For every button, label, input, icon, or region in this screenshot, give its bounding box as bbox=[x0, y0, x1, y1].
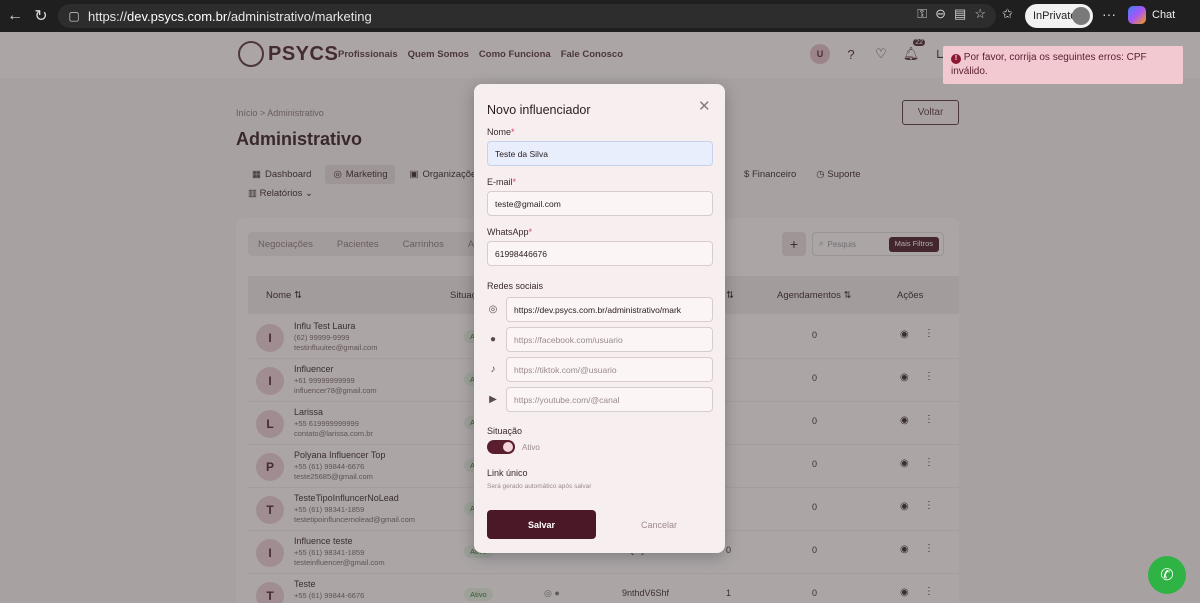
profile-avatar[interactable] bbox=[1072, 7, 1090, 25]
copilot-icon bbox=[1128, 6, 1146, 24]
error-icon: ! bbox=[951, 54, 961, 64]
facebook-input[interactable]: https://facebook.com/usuario bbox=[506, 327, 713, 352]
whatsapp-icon[interactable]: ✆ bbox=[1148, 556, 1186, 594]
status-label: Situação bbox=[487, 426, 523, 436]
facebook-icon: ● bbox=[489, 333, 497, 345]
favorites-icon[interactable]: ✩ bbox=[1002, 6, 1013, 22]
name-label: Nome* bbox=[487, 127, 515, 137]
email-label: E-mail* bbox=[487, 177, 517, 187]
error-message: Por favor, corrija os seguintes erros: C… bbox=[951, 52, 1147, 77]
unique-link-hint: Será gerado automático após salvar bbox=[487, 483, 592, 490]
social-label: Redes sociais bbox=[487, 281, 544, 291]
whatsapp-label: WhatsApp* bbox=[487, 227, 533, 237]
site-info-icon[interactable]: ▢ bbox=[66, 8, 82, 24]
url-text: https://dev.psycs.com.br/administrativo/… bbox=[88, 8, 372, 24]
whatsapp-input[interactable]: 61998446676 bbox=[487, 241, 713, 266]
instagram-icon: ◎ bbox=[488, 303, 498, 315]
browser-toolbar: ← ↻ ▢ https://dev.psycs.com.br/administr… bbox=[0, 0, 1200, 32]
save-button[interactable]: Salvar bbox=[487, 510, 596, 539]
error-toast: ! Por favor, corrija os seguintes erros:… bbox=[943, 46, 1183, 84]
inprivate-badge[interactable]: InPrivate bbox=[1025, 4, 1093, 28]
copilot-chat-button[interactable]: Chat bbox=[1128, 6, 1175, 24]
key-icon[interactable]: ⚿ bbox=[917, 6, 927, 22]
reader-icon[interactable]: ▤ bbox=[954, 6, 966, 22]
email-input[interactable]: teste@gmail.com bbox=[487, 191, 713, 216]
cancel-button[interactable]: Cancelar bbox=[619, 510, 699, 539]
refresh-icon[interactable]: ↻ bbox=[28, 3, 54, 29]
close-icon[interactable]: ✕ bbox=[698, 97, 711, 115]
status-value: Ativo bbox=[522, 443, 540, 452]
youtube-icon: ▶ bbox=[489, 393, 497, 405]
unique-link-label: Link único bbox=[487, 468, 528, 478]
tiktok-icon: ♪ bbox=[490, 363, 496, 375]
back-arrow-icon[interactable]: ← bbox=[2, 3, 28, 29]
name-input[interactable]: Teste da Silva bbox=[487, 141, 713, 166]
youtube-input[interactable]: https://youtube.com/@canal bbox=[506, 387, 713, 412]
tiktok-input[interactable]: https://tiktok.com/@usuario bbox=[506, 357, 713, 382]
zoom-icon[interactable]: ⊖ bbox=[935, 6, 946, 22]
more-options-icon[interactable]: ··· bbox=[1102, 6, 1116, 22]
new-influencer-modal: Novo influenciador ✕ Nome* Teste da Silv… bbox=[474, 84, 725, 553]
instagram-input[interactable]: https://dev.psycs.com.br/administrativo/… bbox=[506, 297, 713, 322]
modal-title: Novo influenciador bbox=[487, 103, 591, 117]
favorite-star-icon[interactable]: ☆ bbox=[974, 6, 986, 22]
status-toggle[interactable] bbox=[487, 440, 515, 454]
address-bar[interactable]: ▢ https://dev.psycs.com.br/administrativ… bbox=[58, 4, 996, 28]
